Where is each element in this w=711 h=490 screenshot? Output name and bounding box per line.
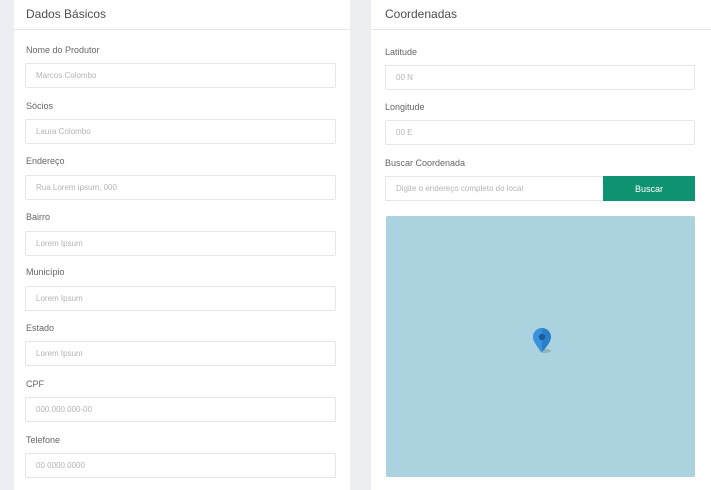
state-input[interactable] (25, 341, 336, 366)
phone-input[interactable] (25, 453, 336, 478)
cpf-label: CPF (26, 379, 44, 389)
search-coordinate-label: Buscar Coordenada (385, 158, 466, 168)
map-view[interactable] (386, 216, 695, 477)
producer-name-input[interactable] (25, 63, 336, 88)
municipality-input[interactable] (25, 286, 336, 311)
coordinates-title: Coordenadas (371, 0, 711, 30)
basic-data-card: Dados Básicos Nome do Produtor Sócios En… (14, 0, 350, 490)
municipality-label: Município (26, 267, 65, 277)
map-pin-icon[interactable] (533, 328, 551, 354)
address-label: Endereço (26, 156, 65, 166)
latitude-label: Latitude (385, 47, 418, 57)
neighborhood-input[interactable] (25, 231, 336, 256)
phone-label: Telefone (26, 435, 61, 445)
search-button[interactable]: Buscar (603, 176, 695, 201)
state-label: Estado (26, 323, 55, 333)
latitude-input[interactable] (385, 65, 695, 90)
partners-label: Sócios (26, 101, 54, 111)
basic-data-title: Dados Básicos (14, 0, 350, 30)
cpf-input[interactable] (25, 397, 336, 422)
partners-input[interactable] (25, 119, 336, 144)
producer-name-label: Nome do Produtor (26, 45, 100, 55)
coordinates-card: Coordenadas Latitude Longitude Buscar Co… (371, 0, 711, 490)
longitude-label: Longitude (385, 102, 425, 112)
address-search-input[interactable] (385, 176, 603, 201)
neighborhood-label: Bairro (26, 212, 51, 222)
longitude-input[interactable] (385, 120, 695, 145)
address-input[interactable] (25, 175, 336, 200)
